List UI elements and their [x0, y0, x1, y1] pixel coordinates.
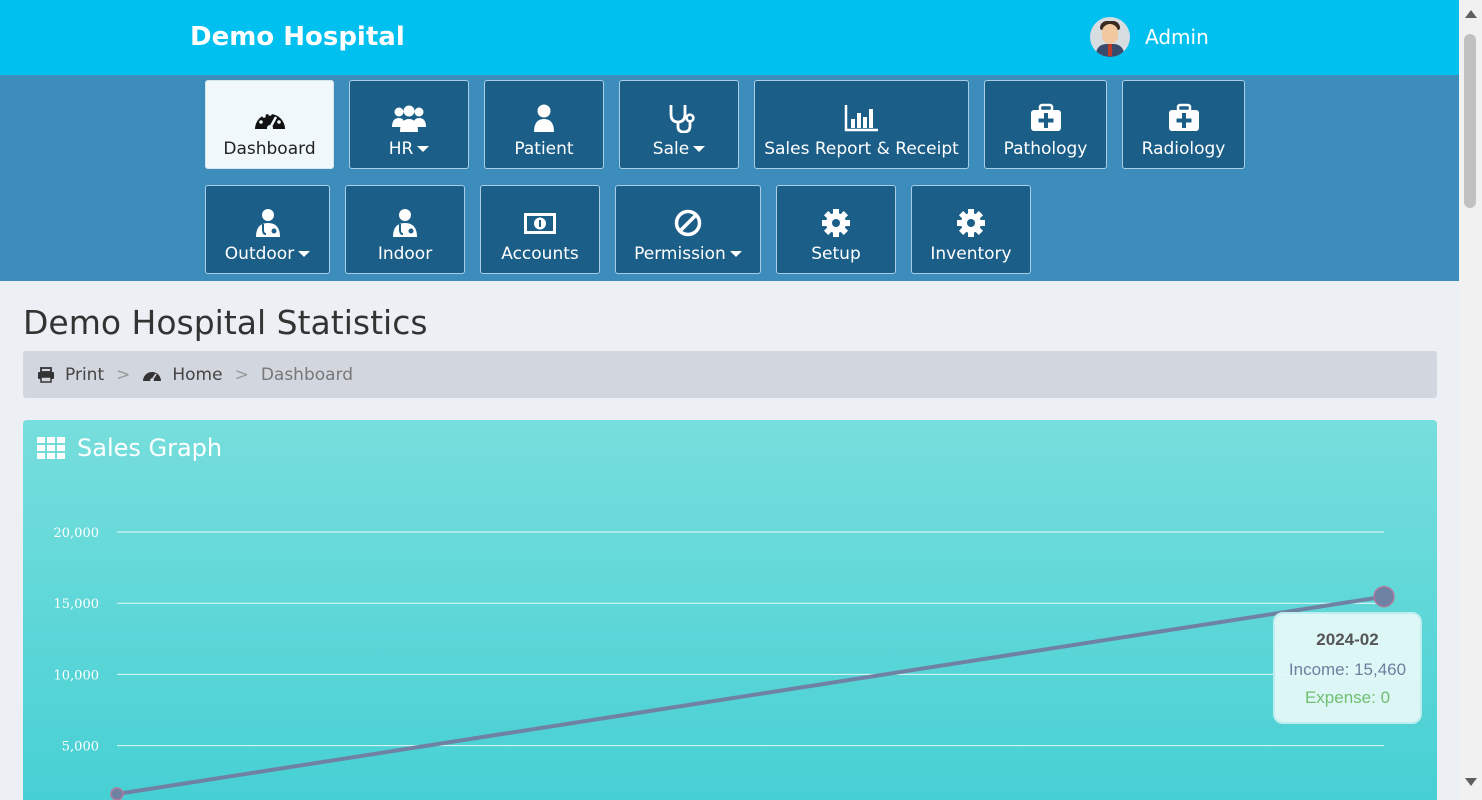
user-menu[interactable]: Admin	[1090, 17, 1209, 57]
breadcrumb-print[interactable]: Print	[65, 365, 104, 385]
nav-label: Pathology	[1003, 139, 1088, 159]
nav-label: Inventory	[930, 244, 1012, 264]
nav-label: HR	[388, 139, 414, 159]
tooltip-income: Income: 15,460	[1288, 660, 1407, 679]
scroll-thumb[interactable]	[1464, 34, 1476, 208]
y-tick-label: 20,000	[54, 526, 100, 541]
nav-pathology[interactable]: Pathology	[984, 80, 1107, 169]
breadcrumb-current: Dashboard	[260, 364, 354, 385]
nav-hr[interactable]: HR	[349, 80, 469, 169]
brand-logo[interactable]: Demo Hospital	[190, 22, 405, 52]
chevron-down-icon	[298, 251, 311, 257]
y-tick-label: 15,000	[54, 597, 100, 612]
breadcrumb-separator: >	[116, 364, 131, 385]
nav-dashboard[interactable]: Dashboard	[205, 80, 334, 169]
nav-permission[interactable]: Permission	[615, 185, 761, 274]
nav-label: Accounts	[501, 244, 579, 264]
data-point[interactable]	[110, 787, 124, 800]
page-title: Demo Hospital Statistics	[23, 303, 428, 342]
nav-label: Radiology	[1141, 139, 1226, 159]
user-icon	[534, 104, 554, 132]
avatar	[1090, 17, 1130, 57]
medkit-icon	[1168, 103, 1199, 131]
chart-tooltip: 2024-02 Income: 15,460 Expense: 0	[1273, 612, 1422, 724]
scrollbar[interactable]	[1459, 0, 1482, 800]
doctor-icon	[255, 209, 280, 237]
users-icon	[392, 105, 426, 132]
nav-sale[interactable]: Sale	[619, 80, 739, 169]
chevron-down-icon	[417, 146, 430, 152]
nav-label: Permission	[634, 244, 726, 264]
breadcrumb-home[interactable]: Home	[172, 365, 222, 385]
gear-icon	[957, 209, 985, 237]
data-point[interactable]	[1373, 585, 1395, 608]
breadcrumb: Print > Home > Dashboard	[23, 351, 1437, 398]
breadcrumb-separator: >	[234, 364, 249, 385]
chevron-down-icon	[693, 146, 706, 152]
doctor-icon	[393, 209, 417, 237]
nav-label: Setup	[811, 244, 861, 264]
dashboard-icon	[254, 112, 285, 131]
nav-sales-report[interactable]: Sales Report & Receipt	[754, 80, 969, 169]
nav-radiology[interactable]: Radiology	[1122, 80, 1245, 169]
username: Admin	[1145, 25, 1209, 49]
y-tick-label: 5,000	[62, 740, 99, 755]
main-nav: Dashboard HR Patient Sale Sales Report &…	[0, 75, 1459, 281]
nav-label: Indoor	[377, 244, 433, 264]
nav-inventory[interactable]: Inventory	[911, 185, 1031, 274]
nav-accounts[interactable]: Accounts	[480, 185, 600, 274]
stethoscope-icon	[669, 105, 695, 133]
sales-graph-panel: Sales Graph 20,000 15,000 10,000 5,000 2024…	[23, 420, 1437, 800]
ban-icon	[674, 209, 702, 237]
tooltip-expense: Expense: 0	[1304, 688, 1391, 707]
chevron-down-icon	[729, 251, 742, 257]
medkit-icon	[1030, 103, 1061, 131]
money-icon	[524, 213, 556, 234]
sales-chart: 20,000 15,000 10,000 5,000	[54, 526, 1395, 800]
nav-label: Outdoor	[224, 244, 295, 264]
nav-patient[interactable]: Patient	[484, 80, 604, 169]
nav-label: Sale	[652, 139, 690, 159]
nav-setup[interactable]: Setup	[776, 185, 896, 274]
nav-label: Patient	[514, 139, 574, 159]
dashboard-icon	[143, 371, 162, 382]
gear-icon	[822, 209, 850, 237]
nav-indoor[interactable]: Indoor	[345, 185, 465, 274]
series-line-income	[116, 594, 1385, 796]
top-header: Demo Hospital Admin	[0, 0, 1459, 75]
y-tick-label: 10,000	[54, 668, 100, 683]
scroll-down-icon[interactable]	[1465, 778, 1477, 786]
nav-label: Sales Report & Receipt	[764, 139, 959, 159]
nav-outdoor[interactable]: Outdoor	[205, 185, 330, 274]
scroll-up-icon[interactable]	[1465, 10, 1477, 18]
nav-label: Dashboard	[223, 139, 316, 159]
tooltip-date: 2024-02	[1316, 630, 1379, 649]
print-icon	[38, 366, 54, 383]
bar-chart-icon	[844, 105, 878, 132]
